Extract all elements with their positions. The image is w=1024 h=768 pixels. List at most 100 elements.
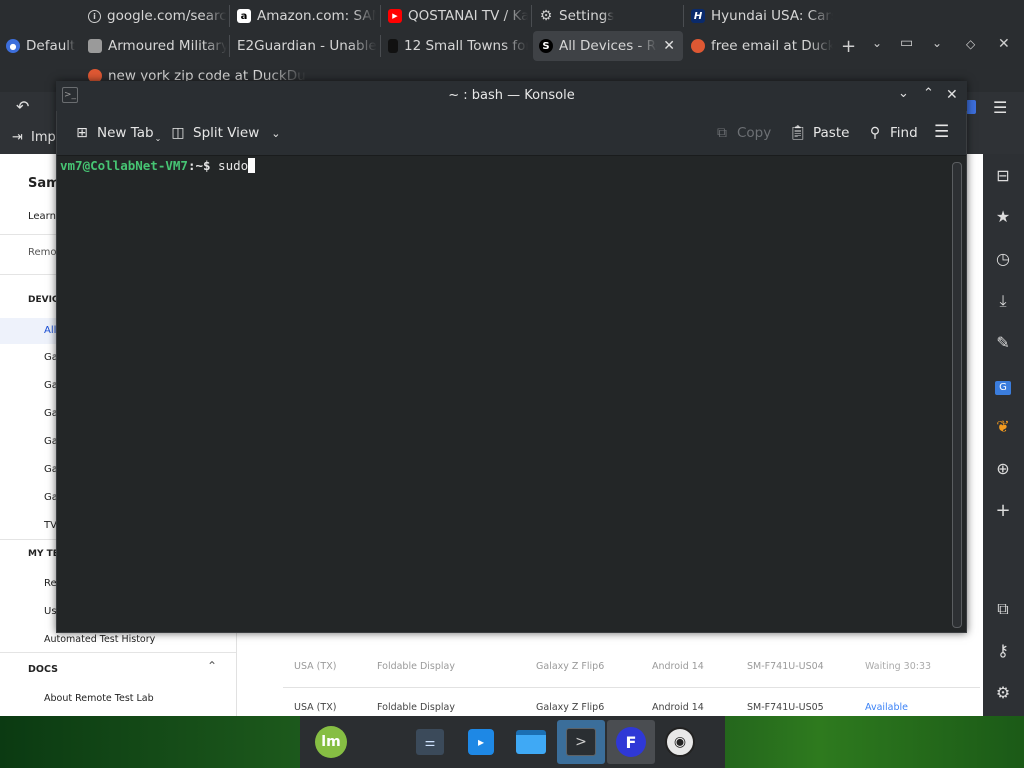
cell-status-available[interactable]: Available bbox=[865, 702, 908, 713]
split-view-icon: ◫ bbox=[171, 125, 185, 141]
gear-icon: ⚙ bbox=[539, 8, 553, 24]
info-icon: i bbox=[88, 9, 101, 23]
history-icon[interactable]: ◷ bbox=[992, 248, 1014, 270]
new-tab-label: New Tab bbox=[97, 125, 154, 141]
mint-menu-icon[interactable]: lm bbox=[313, 724, 349, 760]
hamburger-menu-icon[interactable]: ☰ bbox=[934, 122, 949, 142]
chevron-up-icon[interactable]: ⌃ bbox=[207, 659, 217, 673]
konsole-titlebar[interactable]: ~ : bash — Konsole bbox=[56, 81, 967, 111]
search-icon: ⚲ bbox=[869, 125, 881, 141]
toolbox-icon[interactable]: ⊟ bbox=[992, 165, 1014, 187]
terminal-icon[interactable]: > bbox=[557, 720, 605, 764]
dropdown-indicator-icon: ⌄ bbox=[154, 133, 162, 143]
nav-item-tv[interactable]: TV bbox=[44, 520, 57, 531]
nav-learn[interactable]: Learn bbox=[28, 211, 56, 222]
close-window-icon[interactable]: ✕ bbox=[946, 87, 958, 103]
nav-remote[interactable]: Remo bbox=[28, 247, 57, 258]
files-icon[interactable] bbox=[513, 724, 549, 760]
konsole-app-icon[interactable]: >_ bbox=[62, 87, 78, 103]
software-store-icon[interactable]: ▸ bbox=[463, 724, 499, 760]
tab-hyundai[interactable]: H Hyundai USA: Cars bbox=[685, 1, 833, 31]
tab-label: E2Guardian - Unable bbox=[237, 38, 377, 54]
text-cursor bbox=[248, 158, 256, 173]
tab-label: 12 Small Towns for bbox=[404, 38, 528, 54]
f-app-icon[interactable]: F bbox=[607, 720, 655, 764]
hyundai-icon: H bbox=[691, 9, 705, 23]
download-icon[interactable]: ⤓ bbox=[992, 290, 1014, 312]
new-tab-button[interactable]: ⊞ New Tab ⌄ bbox=[73, 124, 162, 143]
minimize-chevron-icon[interactable]: ⌄ bbox=[898, 86, 909, 101]
youtube-icon: ▶ bbox=[388, 9, 402, 23]
nav-item-reservations[interactable]: Re bbox=[44, 578, 57, 589]
chevron-down-icon[interactable]: ⌄ bbox=[271, 127, 280, 140]
gear-icon[interactable]: ⚙ bbox=[992, 682, 1014, 704]
maximize-diamond-icon[interactable]: ◇ bbox=[966, 37, 975, 51]
cell-device: Galaxy Z Flip6 bbox=[536, 661, 605, 672]
maximize-chevron-icon[interactable]: ⌃ bbox=[923, 86, 934, 101]
system-settings-icon[interactable]: ⚌ bbox=[412, 724, 448, 760]
new-tab-plus-icon[interactable]: + bbox=[841, 36, 856, 57]
prompt-user-host: vm7@CollabNet-VM7 bbox=[60, 158, 188, 173]
tab-divider bbox=[531, 5, 532, 27]
tab-settings[interactable]: ⚙ Settings bbox=[533, 1, 681, 31]
paste-button[interactable]: 📋︎ Paste bbox=[789, 124, 849, 142]
my-tests-section-header[interactable]: MY TE bbox=[28, 549, 59, 559]
tab-google-search[interactable]: i google.com/search bbox=[82, 1, 227, 31]
account-icon[interactable] bbox=[966, 100, 976, 114]
import-bookmarks-label[interactable]: Imp bbox=[31, 130, 56, 145]
tab-divider bbox=[229, 35, 230, 57]
import-icon[interactable]: ⇥ bbox=[12, 130, 23, 145]
star-icon[interactable]: ★ bbox=[992, 206, 1014, 228]
leaf-icon[interactable]: ❦ bbox=[992, 416, 1014, 438]
copy-button[interactable]: ⧉ Copy bbox=[713, 124, 771, 142]
tab-label: Hyundai USA: Cars bbox=[711, 8, 833, 24]
extension-icon[interactable]: ⧉ bbox=[992, 598, 1014, 620]
translate-icon[interactable]: G bbox=[992, 374, 1014, 396]
browser-globe-icon[interactable]: ◉ bbox=[662, 724, 698, 760]
site-brand[interactable]: Sam bbox=[28, 176, 60, 191]
tab-label: free email at Duck bbox=[711, 38, 833, 54]
close-tab-icon[interactable]: ✕ bbox=[663, 38, 675, 54]
tab-armoured-military[interactable]: Armoured Military bbox=[82, 31, 227, 61]
tab-all-devices[interactable]: S All Devices - Re ✕ bbox=[533, 31, 683, 61]
terminal-area[interactable] bbox=[57, 156, 947, 632]
tab-qostanai[interactable]: ▶ QOSTANAI TV / Kaz bbox=[382, 1, 528, 31]
pen-icon[interactable]: ✎ bbox=[992, 332, 1014, 354]
back-arrow-icon[interactable]: ↶ bbox=[16, 97, 29, 116]
tab-small-towns[interactable]: 12 Small Towns for bbox=[382, 31, 528, 61]
image-icon bbox=[88, 39, 102, 53]
tab-amazon[interactable]: a Amazon.com: SAM bbox=[231, 1, 376, 31]
docs-section-header[interactable]: DOCS bbox=[28, 664, 58, 675]
samsung-icon: S bbox=[539, 39, 553, 53]
nav-item-automated-test-history[interactable]: Automated Test History bbox=[44, 634, 155, 645]
plus-icon[interactable]: + bbox=[992, 500, 1014, 522]
cell-os: Android 14 bbox=[652, 702, 704, 713]
cell-model: SM-F741U-US05 bbox=[747, 702, 824, 713]
find-label: Find bbox=[890, 125, 918, 141]
tab-list-chevron-icon[interactable]: ⌄ bbox=[872, 36, 882, 50]
tab-label: All Devices - Re bbox=[559, 38, 657, 54]
key-icon[interactable]: ⚷ bbox=[992, 640, 1014, 662]
nav-item-all-devices[interactable]: All bbox=[44, 325, 56, 336]
tab-e2guardian[interactable]: E2Guardian - Unable bbox=[231, 31, 378, 61]
container-default[interactable]: ● Default bbox=[0, 31, 80, 61]
find-button[interactable]: ⚲ Find bbox=[866, 124, 918, 142]
cell-location: USA (TX) bbox=[294, 702, 337, 713]
close-window-icon[interactable]: ✕ bbox=[998, 36, 1010, 52]
nav-item-about-remote-test-lab[interactable]: About Remote Test Lab bbox=[44, 693, 154, 704]
devices-section-header[interactable]: DEVIC bbox=[28, 295, 59, 305]
divider bbox=[0, 652, 236, 653]
bookmark-icon bbox=[388, 39, 398, 53]
app-menu-icon[interactable]: ☰ bbox=[993, 98, 1007, 117]
tab-free-email-duck[interactable]: free email at Duck bbox=[685, 31, 833, 61]
duckduckgo-icon bbox=[691, 39, 705, 53]
minimize-chevron-icon[interactable]: ⌄ bbox=[932, 36, 942, 50]
cell-type: Foldable Display bbox=[377, 661, 455, 672]
prompt-path: :~$ bbox=[187, 158, 219, 173]
tab-manager-icon[interactable]: ▭ bbox=[900, 35, 913, 51]
globe-icon[interactable]: ⊕ bbox=[992, 458, 1014, 480]
nav-item-usage[interactable]: Us bbox=[44, 606, 57, 617]
terminal-prompt-line[interactable]: vm7@CollabNet-VM7:~$ sudo bbox=[60, 158, 256, 173]
split-view-button[interactable]: ◫ Split View ⌄ bbox=[169, 124, 280, 142]
terminal-scrollbar[interactable] bbox=[952, 162, 962, 628]
